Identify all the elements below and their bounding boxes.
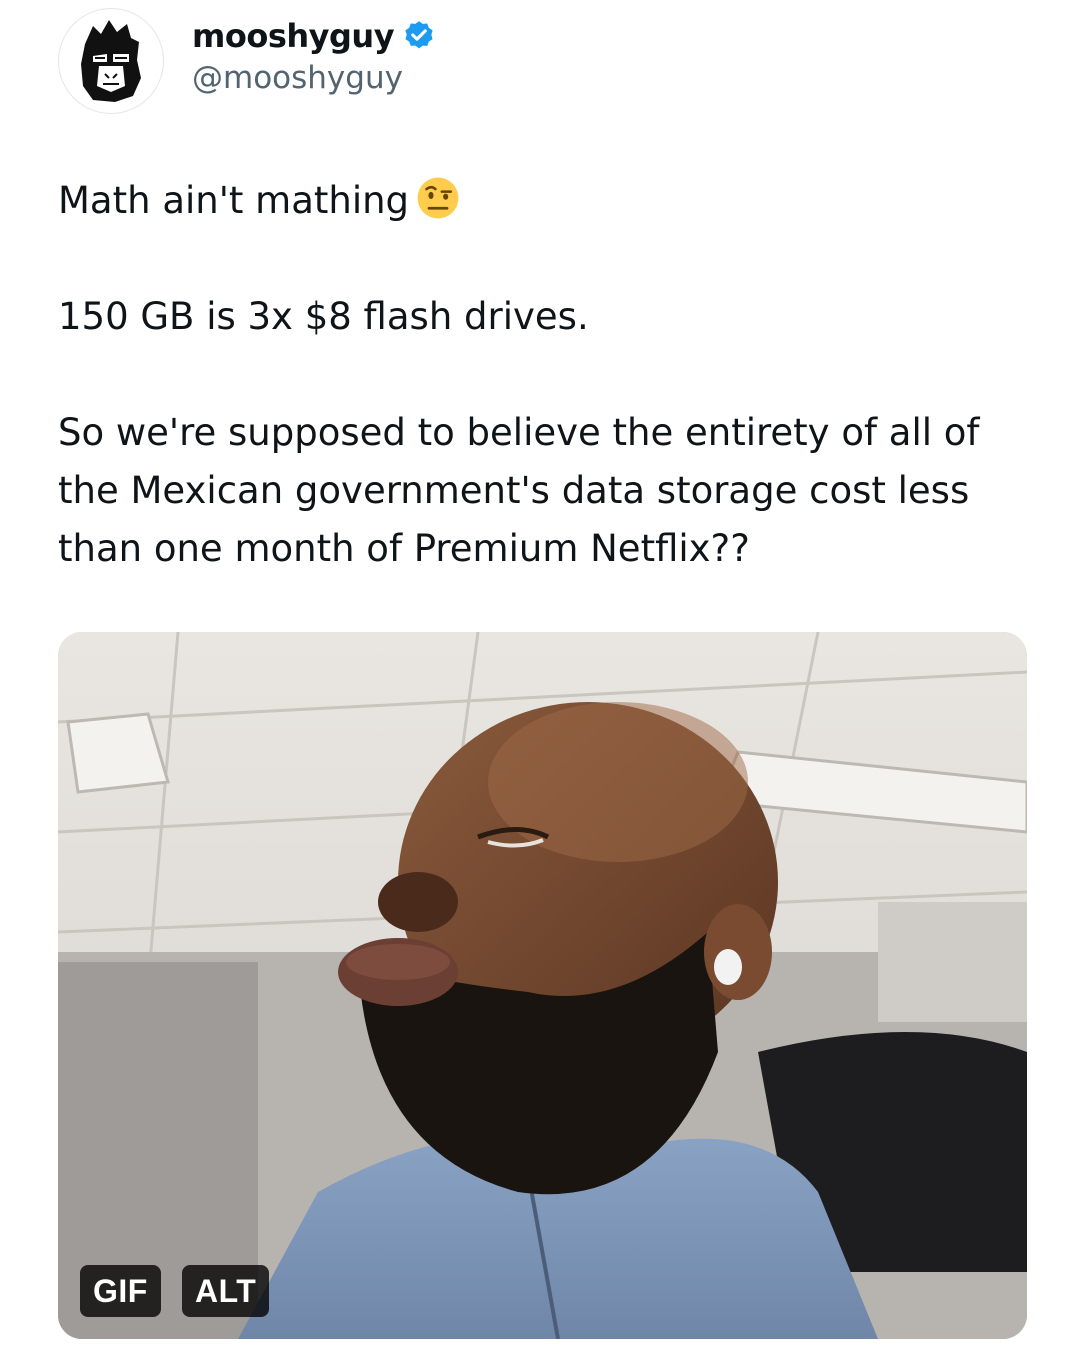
tweet-line-2: 150 GB is 3x $8 flash drives. — [58, 295, 589, 338]
tweet-text: Math ain't mathing 150 GB is 3x $8 flash… — [58, 172, 1028, 578]
tweet-media-gif[interactable]: GIF ALT — [58, 632, 1027, 1339]
gif-badge[interactable]: GIF — [80, 1265, 161, 1317]
user-handle[interactable]: @mooshyguy — [192, 60, 436, 96]
tweet-card: mooshyguy @mooshyguy Math ain't mathing … — [0, 0, 1080, 1346]
alt-badge[interactable]: ALT — [182, 1265, 270, 1317]
display-name-row: mooshyguy — [192, 14, 436, 58]
gif-frame-image — [58, 632, 1027, 1339]
user-avatar[interactable] — [58, 8, 164, 114]
verified-badge-icon[interactable] — [402, 19, 436, 53]
tweet-line-3: So we're supposed to believe the entiret… — [58, 411, 980, 570]
gorilla-avatar-icon — [81, 20, 141, 102]
user-names: mooshyguy @mooshyguy — [192, 14, 436, 96]
tweet-line-1: Math ain't mathing — [58, 172, 1028, 230]
display-name[interactable]: mooshyguy — [192, 17, 395, 55]
tweet-header: mooshyguy @mooshyguy — [58, 8, 436, 118]
face-with-raised-eyebrow-emoji — [417, 177, 459, 219]
tweet-line-1-text: Math ain't mathing — [58, 179, 410, 222]
